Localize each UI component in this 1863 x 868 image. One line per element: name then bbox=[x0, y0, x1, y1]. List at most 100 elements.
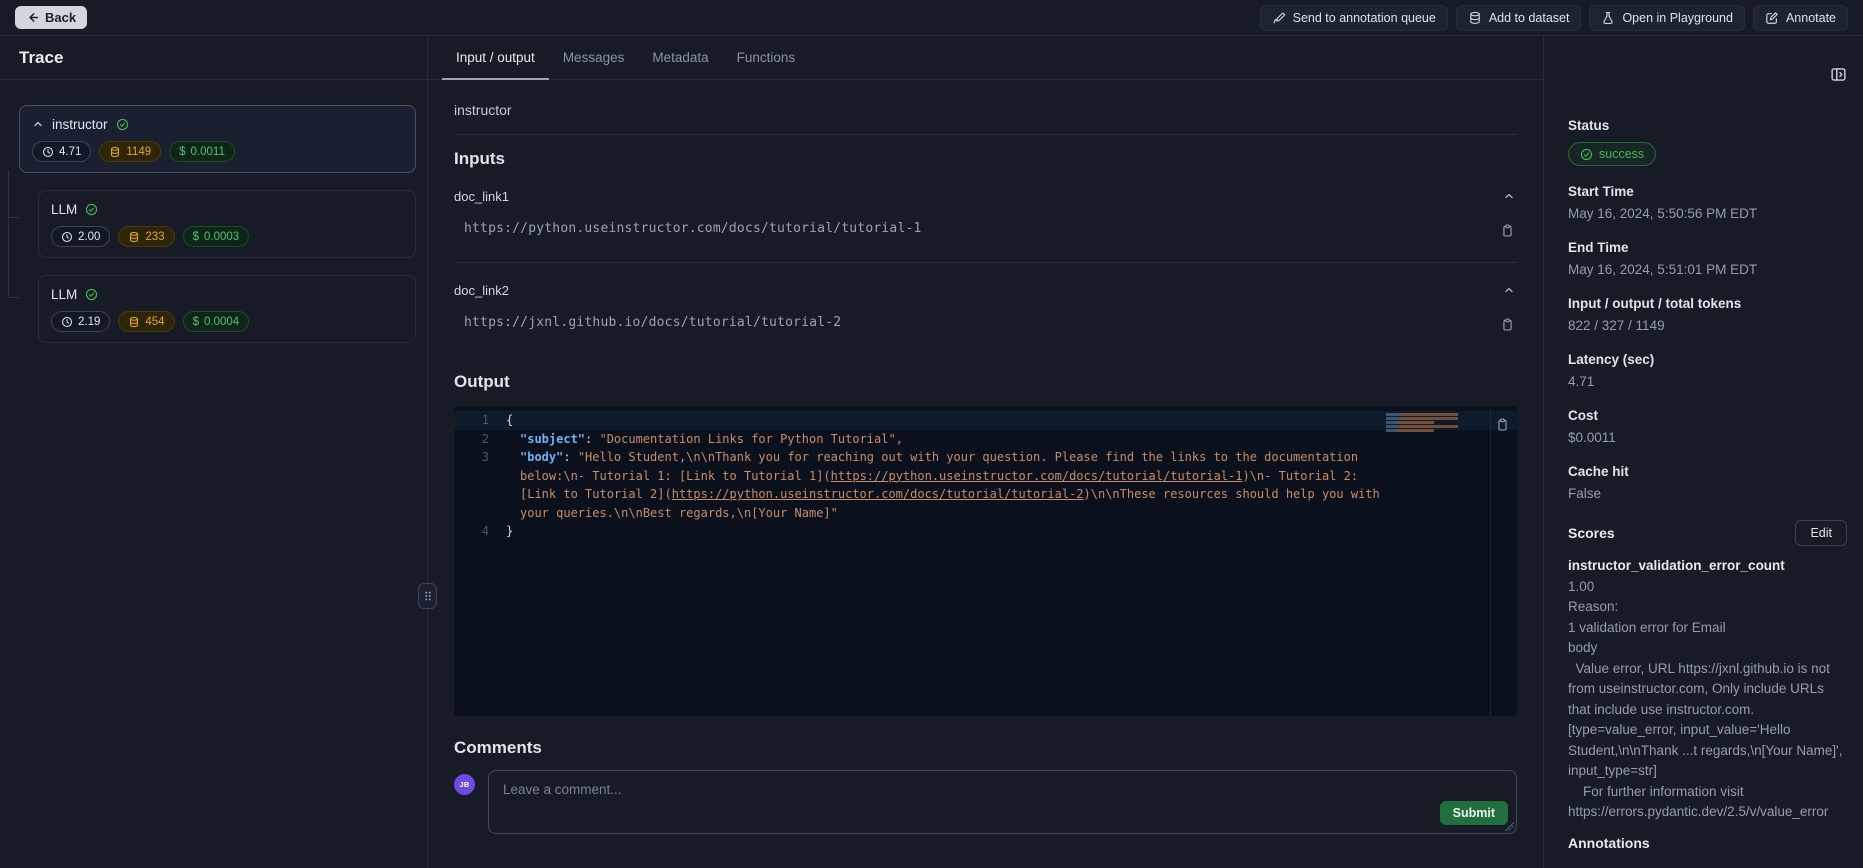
inputs-section: doc_link1https://python.useinstructor.co… bbox=[454, 185, 1517, 356]
back-label: Back bbox=[45, 10, 76, 25]
code-line: 4} bbox=[454, 522, 1517, 541]
tab-input-output[interactable]: Input / output bbox=[442, 36, 549, 80]
chevron-up-icon bbox=[1503, 190, 1515, 202]
copy-output-button[interactable] bbox=[1493, 415, 1512, 434]
line-content: "body": "Hello Student,\n\nThank you for… bbox=[506, 448, 1517, 522]
submit-comment-button[interactable]: Submit bbox=[1440, 801, 1508, 825]
tokens-value: 1149 bbox=[126, 146, 151, 158]
copy-value-button[interactable] bbox=[1498, 315, 1517, 334]
avatar: JB bbox=[454, 774, 475, 795]
cost-badge: $0.0011 bbox=[169, 141, 235, 162]
score-reason-text: 1 validation error for Email body Value … bbox=[1568, 618, 1847, 823]
copy-value-button[interactable] bbox=[1498, 221, 1517, 240]
minimap-line bbox=[1386, 425, 1486, 428]
tab-bar: Input / outputMessagesMetadataFunctions bbox=[428, 36, 1543, 80]
code-line: 3"body": "Hello Student,\n\nThank you fo… bbox=[454, 448, 1517, 522]
trace-node-llm[interactable]: LLM2.00233$0.0003 bbox=[38, 190, 416, 258]
latency-value: 2.19 bbox=[78, 316, 100, 328]
code-scrollbar-track[interactable] bbox=[1490, 406, 1491, 716]
tab-metadata[interactable]: Metadata bbox=[638, 36, 722, 80]
topbar-action-add-to-dataset[interactable]: Add to dataset bbox=[1456, 5, 1582, 31]
trace-node-name: LLM bbox=[51, 202, 77, 217]
comment-box: Submit bbox=[488, 770, 1517, 834]
trace-node-instructor[interactable]: instructor 4.71 1149 $0.0011 bbox=[19, 105, 416, 173]
trace-node-metrics: 4.71 1149 $0.0011 bbox=[32, 141, 403, 162]
code-token: { bbox=[506, 413, 513, 427]
topbar-action-send-to-annotation-queue[interactable]: Send to annotation queue bbox=[1260, 5, 1448, 31]
cost-value: 0.0011 bbox=[191, 146, 225, 158]
latency-value: 4.71 bbox=[59, 146, 81, 158]
input-value-row: https://jxnl.github.io/docs/tutorial/tut… bbox=[454, 315, 1517, 356]
score-entries: instructor_validation_error_count1.00Rea… bbox=[1568, 556, 1847, 823]
field-value: $0.0011 bbox=[1568, 430, 1847, 448]
minimap-line bbox=[1386, 417, 1486, 420]
code-lines: 1{2"subject": "Documentation Links for P… bbox=[454, 406, 1517, 541]
trace-node-metrics: 2.00233$0.0003 bbox=[51, 226, 403, 247]
trace-node-name: LLM bbox=[51, 287, 77, 302]
minimap-line bbox=[1386, 421, 1486, 424]
topbar-action-label: Send to annotation queue bbox=[1293, 11, 1436, 25]
resize-handle[interactable] bbox=[1505, 822, 1514, 831]
latency-badge: 4.71 bbox=[32, 141, 91, 162]
tokens-badge: 1149 bbox=[99, 141, 161, 162]
sidebar-field-status: Statussuccess bbox=[1568, 118, 1847, 184]
collapse-sidebar-button[interactable] bbox=[1828, 64, 1849, 85]
line-number: 2 bbox=[454, 430, 506, 449]
sidebar-field-end-time: End TimeMay 16, 2024, 5:51:01 PM EDT bbox=[1568, 240, 1847, 280]
code-token: "body" bbox=[520, 450, 563, 464]
observation-detail: Input / outputMessagesMetadataFunctions … bbox=[428, 36, 1543, 868]
edit-scores-button[interactable]: Edit bbox=[1795, 520, 1847, 546]
output-code-block: 1{2"subject": "Documentation Links for P… bbox=[454, 406, 1517, 716]
trace-node-llm[interactable]: LLM2.19454$0.0004 bbox=[38, 275, 416, 343]
input-value-row: https://python.useinstructor.com/docs/tu… bbox=[454, 221, 1517, 262]
annotations-heading: Annotations bbox=[1568, 835, 1847, 851]
tokens-value: 233 bbox=[145, 231, 164, 243]
topbar-action-annotate[interactable]: Annotate bbox=[1753, 5, 1848, 31]
divider bbox=[454, 134, 1517, 135]
input-group-doc_link2: doc_link2https://jxnl.github.io/docs/tut… bbox=[454, 262, 1517, 356]
field-label: Start Time bbox=[1568, 184, 1847, 202]
code-line: 1{ bbox=[454, 411, 1517, 430]
sidebar-field-start-time: Start TimeMay 16, 2024, 5:50:56 PM EDT bbox=[1568, 184, 1847, 224]
tree-connector-vertical bbox=[8, 170, 9, 298]
trace-panel-header: Trace bbox=[0, 36, 427, 80]
code-line: 2"subject": "Documentation Links for Pyt… bbox=[454, 430, 1517, 449]
trace-node-header: LLM bbox=[51, 200, 403, 218]
score-name: instructor_validation_error_count bbox=[1568, 556, 1847, 577]
panel-resize-grip-icon[interactable] bbox=[418, 583, 437, 609]
trace-detail-page: Back Send to annotation queue Add to data… bbox=[0, 0, 1863, 868]
field-label: Cache hit bbox=[1568, 464, 1847, 482]
back-button[interactable]: Back bbox=[15, 6, 87, 29]
input-value-text: https://jxnl.github.io/docs/tutorial/tut… bbox=[464, 315, 841, 330]
sidebar-field-cache-hit: Cache hitFalse bbox=[1568, 464, 1847, 504]
tab-messages[interactable]: Messages bbox=[549, 36, 639, 80]
code-token: "subject" bbox=[520, 432, 585, 446]
code-token: https://python.useinstructor.com/docs/tu… bbox=[831, 469, 1243, 483]
tab-functions[interactable]: Functions bbox=[723, 36, 810, 80]
trace-node-name: instructor bbox=[52, 117, 108, 132]
collapse-section-button[interactable] bbox=[1501, 282, 1517, 298]
line-number: 1 bbox=[454, 411, 506, 430]
comment-input[interactable] bbox=[489, 771, 1516, 833]
tree-connector-stub bbox=[8, 297, 19, 298]
tokens-badge: 233 bbox=[118, 226, 174, 247]
topbar-action-label: Open in Playground bbox=[1622, 11, 1733, 25]
collapse-chevron-up-icon[interactable] bbox=[32, 118, 44, 130]
field-label: Status bbox=[1568, 118, 1847, 136]
topbar-action-open-in-playground[interactable]: Open in Playground bbox=[1589, 5, 1745, 31]
scores-heading: Scores bbox=[1568, 525, 1615, 541]
field-label: End Time bbox=[1568, 240, 1847, 258]
tokens-icon bbox=[109, 146, 121, 158]
collapse-section-button[interactable] bbox=[1501, 188, 1517, 204]
scores-header: Scores Edit bbox=[1568, 520, 1847, 546]
trace-node-header: instructor bbox=[32, 115, 403, 133]
cost-badge: $0.0004 bbox=[183, 311, 250, 332]
input-group-doc_link1: doc_link1https://python.useinstructor.co… bbox=[454, 185, 1517, 262]
clock-icon bbox=[42, 146, 54, 158]
cost-value: 0.0003 bbox=[204, 231, 239, 243]
details-sidebar: StatussuccessStart TimeMay 16, 2024, 5:5… bbox=[1543, 36, 1863, 868]
trace-tree: instructor 4.71 1149 $0.0011 LLM 2.00 233 $0.00… bbox=[0, 80, 427, 343]
latency-value: 2.00 bbox=[78, 231, 100, 243]
check-circle-icon bbox=[1580, 148, 1593, 161]
field-label: Input / output / total tokens bbox=[1568, 296, 1847, 314]
